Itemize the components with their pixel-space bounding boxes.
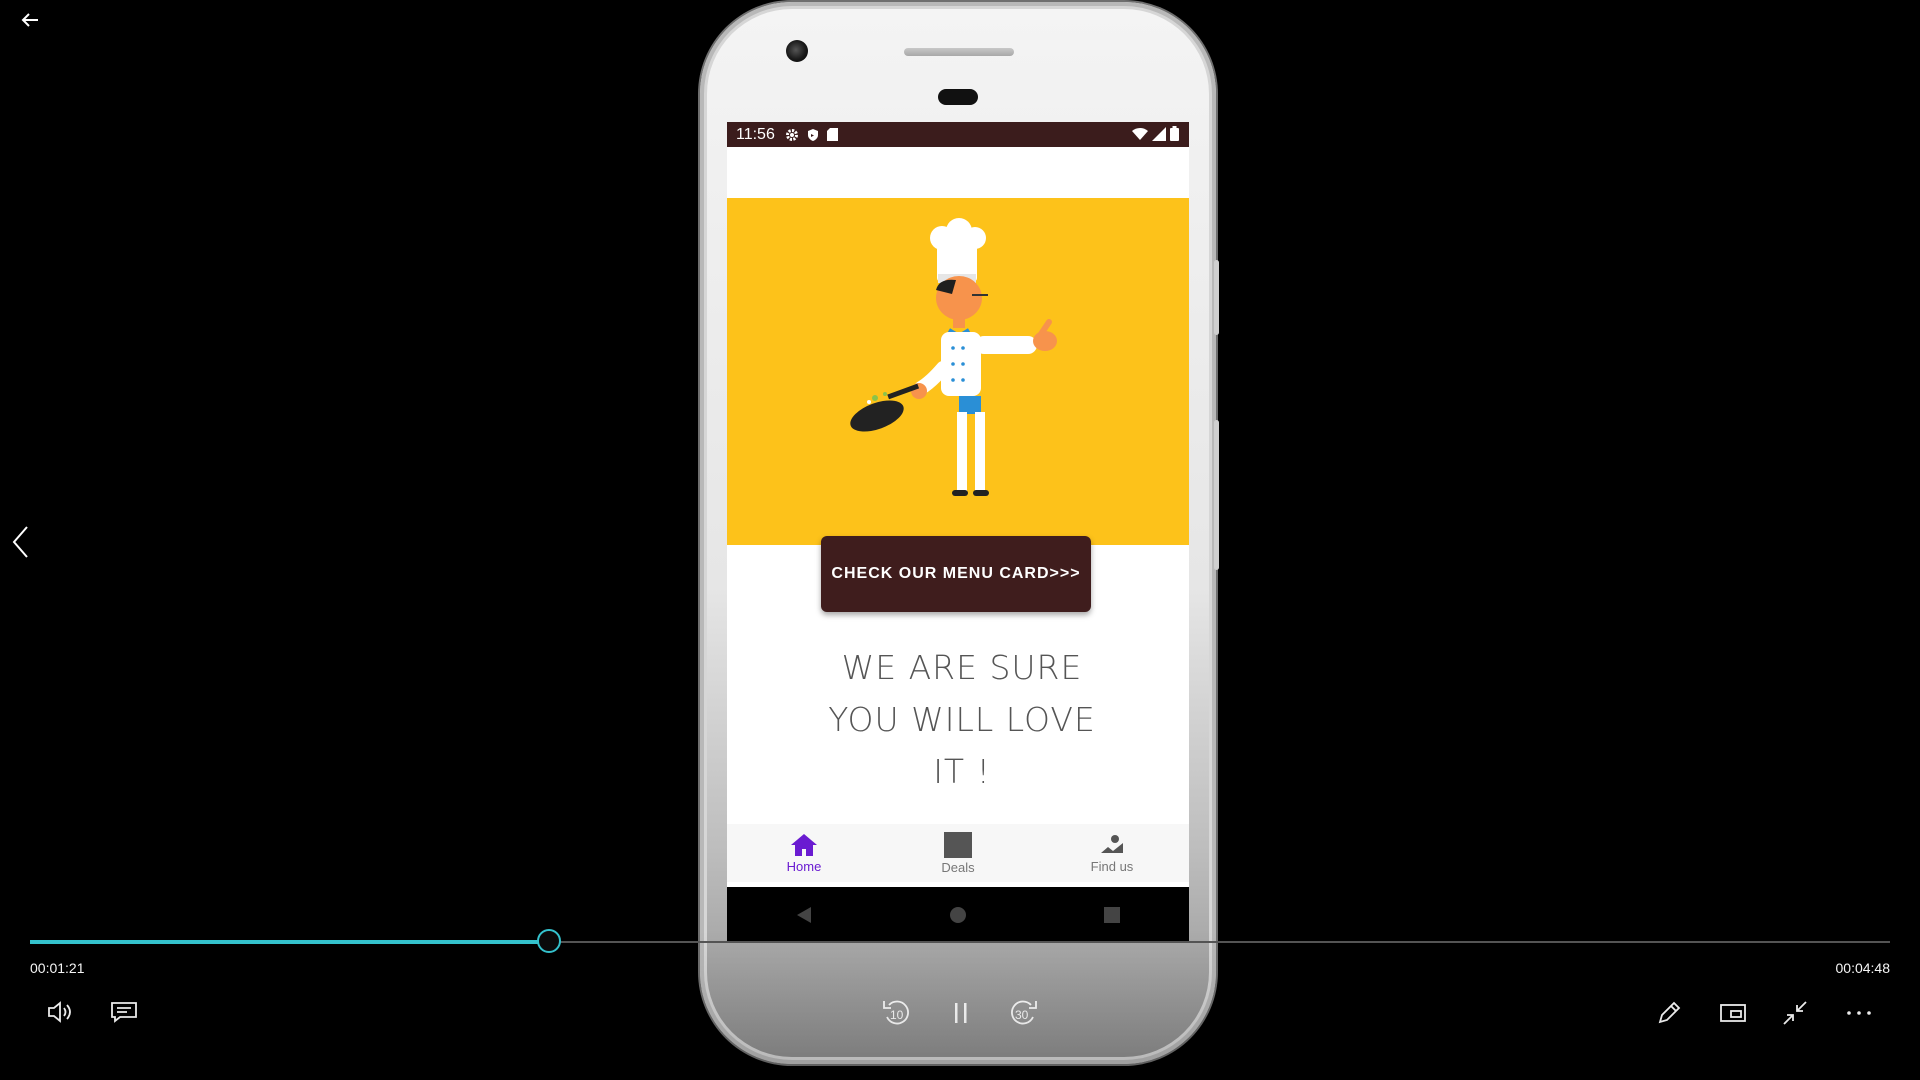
nav-home-label: Home: [786, 858, 822, 874]
seek-bar-fill: [30, 940, 549, 944]
exit-fullscreen-icon[interactable]: [1778, 996, 1812, 1030]
volume-icon[interactable]: [44, 996, 76, 1028]
phone-screen: 11:56 CHECK OUR MENU CARD>>> WE ARE SURE…: [727, 122, 1189, 942]
earpiece-speaker: [904, 48, 1014, 56]
android-system-nav: [727, 887, 1189, 942]
battery-icon: [1170, 126, 1179, 141]
seek-bar[interactable]: [30, 929, 1890, 953]
signal-icon: [1152, 126, 1166, 141]
system-recents-icon[interactable]: [1103, 906, 1121, 924]
system-home-icon[interactable]: [949, 906, 967, 924]
tagline-line-3: IT !: [933, 752, 991, 791]
phone-power-button: [1214, 260, 1219, 335]
video-player: 11:56 CHECK OUR MENU CARD>>> WE ARE SURE…: [0, 0, 1920, 1080]
more-options-icon[interactable]: [1842, 996, 1876, 1030]
tagline-line-2: YOU WILL LOVE: [828, 700, 1096, 739]
previous-chevron-icon[interactable]: [6, 524, 34, 560]
back-arrow-icon[interactable]: [18, 8, 42, 32]
bottom-navigation: Home Deals Find us: [727, 824, 1189, 882]
wifi-icon: [1132, 127, 1148, 140]
skip-forward-button[interactable]: 30: [1006, 996, 1040, 1030]
menu-button-label: CHECK OUR MENU CARD>>>: [831, 565, 1081, 582]
elapsed-time: 00:01:21: [30, 960, 85, 976]
seek-bar-thumb[interactable]: [536, 929, 561, 953]
map-icon: [1101, 834, 1123, 853]
proximity-sensor: [938, 89, 978, 105]
status-bar: 11:56: [727, 122, 1189, 147]
skip-back-button[interactable]: 10: [880, 996, 914, 1030]
hero-banner: [727, 198, 1189, 545]
deals-icon: [944, 831, 972, 858]
nav-find-us[interactable]: Find us: [1037, 833, 1187, 874]
status-time: 11:56: [736, 125, 775, 143]
system-back-icon[interactable]: [795, 906, 813, 924]
nav-deals[interactable]: Deals: [883, 831, 1033, 875]
skip-back-seconds: 10: [890, 1008, 904, 1022]
pause-button[interactable]: [944, 996, 978, 1030]
pencil-icon[interactable]: [1652, 996, 1686, 1030]
home-icon: [791, 833, 817, 856]
total-duration: 00:04:48: [1835, 960, 1891, 976]
skip-forward-seconds: 30: [1015, 1008, 1029, 1022]
tagline: WE ARE SURE YOU WILL LOVE IT !: [767, 642, 1157, 798]
nav-deals-label: Deals: [941, 859, 975, 875]
tagline-line-1: WE ARE SURE: [841, 648, 1083, 687]
check-menu-card-button[interactable]: CHECK OUR MENU CARD>>>: [821, 536, 1091, 612]
shield-icon: [807, 128, 818, 141]
nav-home[interactable]: Home: [729, 833, 879, 874]
phone-volume-button: [1214, 420, 1219, 570]
gear-icon: [785, 128, 798, 141]
captions-icon[interactable]: [108, 996, 140, 1028]
nav-find-us-label: Find us: [1090, 858, 1134, 874]
mini-view-icon[interactable]: [1716, 996, 1750, 1030]
chef-illustration: [850, 218, 1057, 496]
sd-card-icon: [826, 128, 838, 141]
front-camera: [786, 40, 808, 62]
